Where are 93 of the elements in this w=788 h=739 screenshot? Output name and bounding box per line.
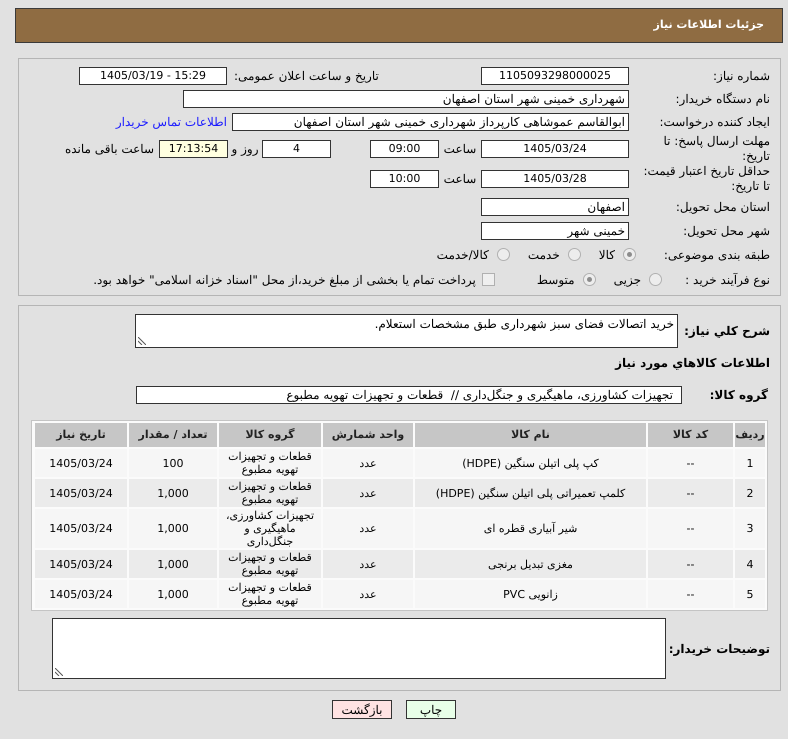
description-field[interactable]: خرید اتصالات فضای سبز شهرداری طبق مشخصات استعلام. (135, 314, 678, 348)
radio-button[interactable] (582, 273, 596, 286)
radio-label: متوسط (536, 272, 575, 288)
time-label: ساعت (444, 171, 476, 188)
table-cell: -- (648, 449, 733, 477)
field-label: تاریخ و ساعت اعلان عمومی: (234, 68, 379, 85)
table-cell: عدد (323, 550, 413, 578)
table-cell: تجهیزات کشاورزی، ماهیگیری و جنگل‌داری (219, 509, 321, 548)
announce-date-field[interactable]: 1405/03/19 - 15:29 (79, 67, 227, 85)
table-header-cell: تعداد / مقدار (129, 423, 217, 447)
table-cell: قطعات و تجهیزات تهویه مطبوع (219, 550, 321, 578)
field-label: طبقه بندی موضوعی: (664, 248, 770, 262)
table-cell: زانویی PVC (415, 580, 646, 608)
province-field[interactable]: اصفهان (481, 198, 629, 216)
table-cell: 1 (735, 449, 765, 477)
category-field[interactable]: تجهیزات کشاورزی، ماهیگیری و جنگل‌داری // قطعات و تجهیزات تهویه مطبوع (136, 386, 682, 404)
table-cell: قطعات و تجهیزات تهویه مطبوع (219, 449, 321, 477)
table-header-cell: واحد شمارش (323, 423, 413, 447)
radio-label: جزیی (614, 272, 641, 288)
days-label: روز و (232, 141, 258, 158)
table-cell: 1,000 (129, 550, 217, 578)
table-cell: 3 (735, 509, 765, 548)
radio-button[interactable] (496, 248, 510, 261)
field-label: حداقل تاریخ اعتبار قیمت: تا تاریخ: (643, 164, 770, 193)
resize-grip-icon[interactable] (138, 337, 146, 345)
deadline-time-field[interactable]: 09:00 (370, 140, 439, 158)
table-cell: شیر آبیاری قطره ای (415, 509, 646, 548)
table-cell: قطعات و تجهیزات تهویه مطبوع (219, 479, 321, 507)
field-label: استان محل تحویل: (676, 200, 770, 214)
table-cell: 2 (735, 479, 765, 507)
table-cell: -- (648, 479, 733, 507)
need-number-field[interactable]: 1105093298000025 (481, 67, 629, 85)
page-title: جزئیات اطلاعات نیاز (654, 17, 764, 34)
radio-label: خدمت (528, 246, 560, 264)
table-header-cell: گروه کالا (219, 423, 321, 447)
field-label: گروه کالا: (710, 388, 768, 402)
table-cell: 4 (735, 550, 765, 578)
resize-grip-icon[interactable] (55, 668, 63, 676)
table-header-cell: تاریخ نیاز (35, 423, 127, 447)
table-cell: 1405/03/24 (35, 449, 127, 477)
field-label: مهلت ارسال پاسخ: تا تاریخ: (663, 134, 770, 163)
table-cell: 1405/03/24 (35, 479, 127, 507)
time-label: ساعت (444, 141, 476, 158)
table-cell: 1405/03/24 (35, 580, 127, 608)
days-left-field[interactable]: 4 (262, 140, 331, 158)
radio-label: کالا/خدمت (436, 246, 489, 264)
field-label: نام دستگاه خریدار: (676, 92, 770, 106)
time-left-field[interactable]: 17:13:54 (159, 140, 228, 158)
table-cell: 5 (735, 580, 765, 608)
table-cell: 1,000 (129, 580, 217, 608)
field-label: شرح کلي نياز: (684, 324, 770, 338)
radio-button[interactable] (568, 248, 581, 261)
validity-time-field[interactable]: 10:00 (370, 170, 439, 188)
field-label: شماره نیاز: (713, 69, 770, 83)
requester-field[interactable]: ابوالقاسم عموشاهی کارپرداز شهرداری خمینی شهر استان اصفهان (232, 113, 629, 131)
field-label: شهر محل تحویل: (683, 224, 770, 238)
table-cell: 1405/03/24 (35, 509, 127, 548)
table-header-cell: نام کالا (415, 423, 646, 447)
field-label: نوع فرآیند خرید : (685, 272, 770, 286)
checkbox[interactable] (482, 273, 495, 286)
table-cell: عدد (323, 580, 413, 608)
table-cell: عدد (323, 449, 413, 477)
table-cell: -- (648, 550, 733, 578)
radio-button[interactable] (623, 248, 636, 261)
table-cell: 1,000 (129, 509, 217, 548)
table-cell: عدد (323, 509, 413, 548)
print-button[interactable]: چاپ (406, 700, 456, 719)
field-label: توضیحات خریدار: (668, 642, 770, 656)
table-cell: 1405/03/24 (35, 550, 127, 578)
table-cell: کپ پلی اتیلن سنگین (HDPE) (415, 449, 646, 477)
radio-label: کالا (598, 246, 615, 264)
contact-link[interactable]: اطلاعات تماس خریدار (116, 113, 227, 131)
notes-field[interactable] (52, 618, 666, 679)
section-heading: اطلاعات کالاهاي مورد نياز (615, 355, 770, 372)
checkbox-label: پرداخت تمام یا بخشی از مبلغ خرید،از محل "اسناد خزانه اسلامی" خواهد بود. (93, 272, 476, 288)
table-cell: مغزی تبدیل برنجی (415, 550, 646, 578)
table-cell: قطعات و تجهیزات تهویه مطبوع (219, 580, 321, 608)
field-label: ایجاد کننده درخواست: (659, 115, 770, 129)
table-cell: 100 (129, 449, 217, 477)
back-button[interactable]: بازگشت (332, 700, 392, 719)
city-field[interactable]: خمینی شهر (481, 222, 629, 240)
table-header-cell: کد کالا (648, 423, 733, 447)
table-cell: -- (648, 580, 733, 608)
radio-button[interactable] (649, 273, 662, 286)
table-header-cell: ردیف (735, 423, 765, 447)
table-cell: عدد (323, 479, 413, 507)
validity-date-field[interactable]: 1405/03/28 (481, 170, 629, 188)
table-cell: -- (648, 509, 733, 548)
buyer-org-field[interactable]: شهرداری خمینی شهر استان اصفهان (183, 90, 629, 108)
table-cell: کلمپ تعمیراتی پلی اتیلن سنگین (HDPE) (415, 479, 646, 507)
table-cell: 1,000 (129, 479, 217, 507)
deadline-date-field[interactable]: 1405/03/24 (481, 140, 629, 158)
time-left-label: ساعت باقی مانده (64, 141, 154, 158)
